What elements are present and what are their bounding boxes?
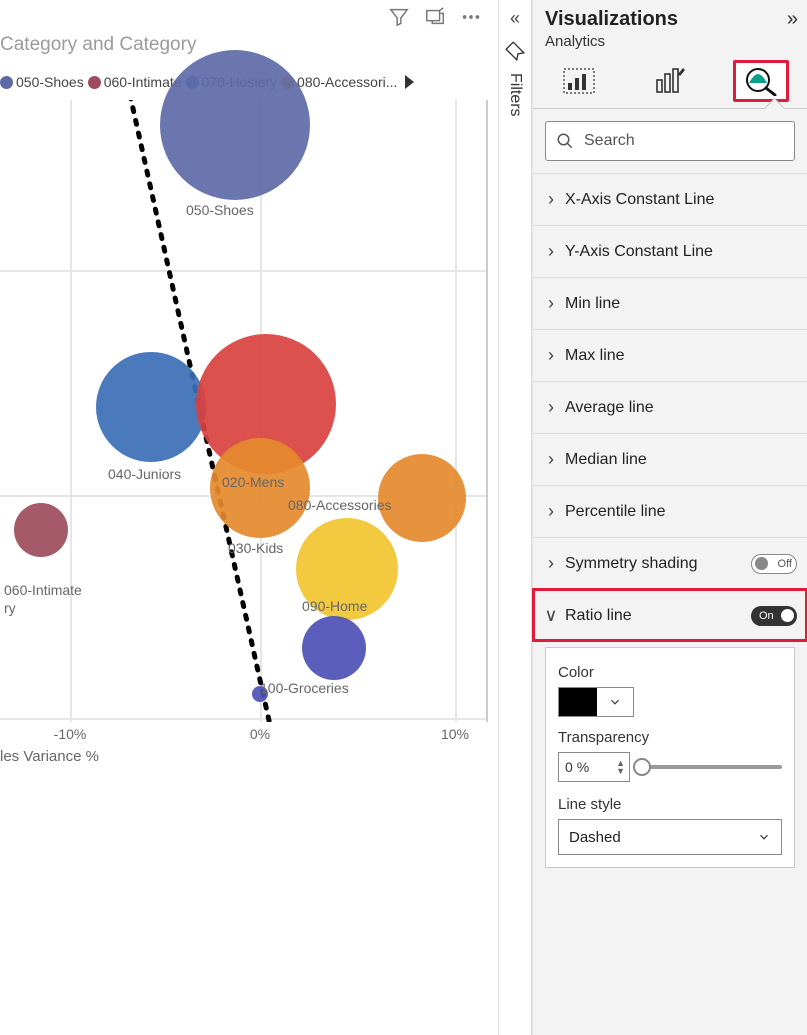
search-icon	[556, 132, 574, 150]
section-average-line[interactable]: ›Average line	[533, 381, 807, 433]
section-y-axis-constant-line[interactable]: ›Y-Axis Constant Line	[533, 225, 807, 277]
tab-format[interactable]	[642, 60, 698, 102]
legend-item[interactable]: 060-Intimate	[88, 74, 182, 90]
chevron-right-icon: ›	[543, 397, 559, 418]
bubble-label: ry	[4, 600, 16, 616]
scatter-plot[interactable]: 050-Shoes 040-Juniors 020-Mens 030-Kids …	[0, 100, 488, 722]
bookmark-icon[interactable]	[499, 41, 531, 61]
bubble-label: 040-Juniors	[108, 466, 181, 482]
format-icon	[653, 66, 687, 96]
section-ratio-line[interactable]: ∨Ratio line On	[533, 589, 807, 641]
chevron-down-icon	[757, 830, 771, 844]
section-max-line[interactable]: ›Max line	[533, 329, 807, 381]
more-options-icon[interactable]	[460, 6, 482, 28]
chevron-down-icon	[597, 695, 633, 709]
chevron-right-icon: ›	[543, 293, 559, 314]
chevron-right-icon: ›	[543, 345, 559, 366]
bubble-label: 080-Accessories	[288, 497, 392, 513]
toggle-symmetry-shading[interactable]: Off	[751, 554, 797, 574]
expand-icon[interactable]: »	[787, 8, 795, 31]
chevron-right-icon: ›	[543, 189, 559, 210]
section-x-axis-constant-line[interactable]: ›X-Axis Constant Line	[533, 173, 807, 225]
analytics-icon	[744, 66, 778, 96]
section-symmetry-shading[interactable]: ›Symmetry shading Off	[533, 537, 807, 589]
color-label: Color	[558, 664, 782, 681]
toggle-ratio-line[interactable]: On	[751, 606, 797, 626]
chevron-right-icon: ›	[543, 501, 559, 522]
tab-fields[interactable]	[551, 60, 607, 102]
panel-mode-tabs	[533, 56, 807, 102]
tab-analytics[interactable]	[733, 60, 789, 102]
chart-title: Category and Category	[0, 34, 196, 56]
panel-title: Visualizations	[545, 8, 678, 31]
ratio-line-options: Color Transparency 0 % ▲▼ Line style Das…	[545, 647, 795, 868]
legend-next-icon[interactable]	[405, 75, 414, 89]
bubble-shoes[interactable]	[160, 50, 310, 200]
color-picker[interactable]	[558, 687, 634, 717]
legend-item[interactable]: 050-Shoes	[0, 74, 84, 90]
section-min-line[interactable]: ›Min line	[533, 277, 807, 329]
chart-area: Category and Category 050-Shoes 060-Inti…	[0, 0, 490, 790]
filter-icon[interactable]	[388, 6, 410, 28]
transparency-label: Transparency	[558, 729, 782, 746]
focus-mode-icon[interactable]	[424, 6, 446, 28]
color-swatch	[559, 688, 597, 716]
bubble-label: 090-Home	[302, 598, 367, 614]
x-axis-label: les Variance %	[0, 748, 99, 765]
bubble-label: 050-Shoes	[186, 202, 254, 218]
section-percentile-line[interactable]: ›Percentile line	[533, 485, 807, 537]
stepper-icon[interactable]: ▲▼	[616, 759, 625, 775]
chevron-right-icon: ›	[543, 241, 559, 262]
section-median-line[interactable]: ›Median line	[533, 433, 807, 485]
filters-pane-collapsed[interactable]: « Filters	[498, 0, 532, 1035]
search-input[interactable]: Search	[545, 121, 795, 161]
collapse-icon[interactable]: «	[499, 8, 531, 29]
bubble-juniors[interactable]	[96, 352, 206, 462]
transparency-input[interactable]: 0 % ▲▼	[558, 752, 630, 782]
bubble-label: 060-Intimate	[4, 582, 82, 598]
bubble-intimate[interactable]	[14, 503, 68, 557]
bubble-label: 100-Groceries	[260, 680, 349, 696]
bubble-label: 020-Mens	[222, 474, 284, 490]
fields-icon	[562, 67, 596, 95]
line-style-select[interactable]: Dashed	[558, 819, 782, 855]
transparency-slider[interactable]	[642, 765, 782, 769]
visualizations-panel: Visualizations » Analytics Search ›X-Axi…	[532, 0, 807, 1035]
chevron-down-icon: ∨	[543, 605, 559, 626]
bubble-label: 030-Kids	[228, 540, 283, 556]
chevron-right-icon: ›	[543, 553, 559, 574]
bubble-home[interactable]	[302, 616, 366, 680]
line-style-label: Line style	[558, 796, 782, 813]
panel-subtitle: Analytics	[533, 33, 807, 56]
chevron-right-icon: ›	[543, 449, 559, 470]
x-axis-ticks: -10% 0% 10%	[0, 726, 488, 746]
search-placeholder: Search	[584, 132, 635, 150]
filters-label: Filters	[506, 73, 524, 117]
